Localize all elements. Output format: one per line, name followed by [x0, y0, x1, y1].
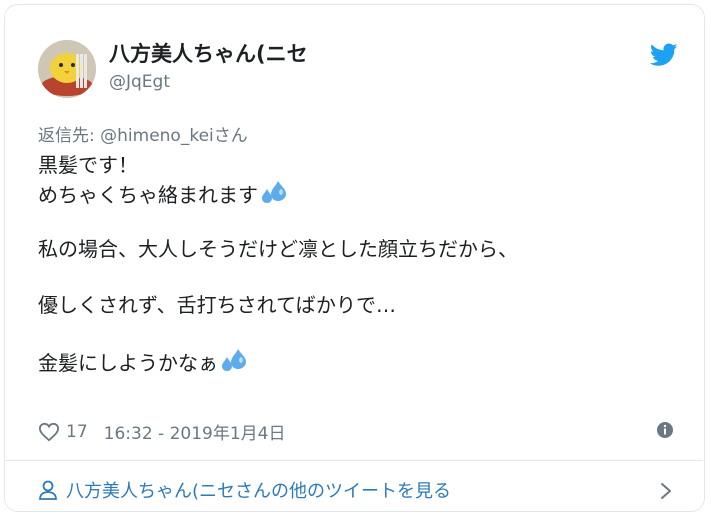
user-handle[interactable]: @JqEgt [109, 72, 170, 92]
more-tweets-label[interactable]: 八方美人ちゃん(ニセさんの他のツイートを見る [66, 477, 451, 503]
person-icon [39, 480, 57, 500]
tweet-line: 金髪にしようかなぁ [38, 347, 678, 375]
tweet-line: 私の場合、大人しそうだけど凛とした顔立ちだから、 [38, 237, 518, 261]
tweet-line-text: めちゃくちゃ絡まれます [38, 183, 258, 207]
reply-suffix: さん [213, 126, 248, 146]
tweet-text: 黒髪です！ めちゃくちゃ絡まれます 私の場合、大人しそうだけど凛とした顔立ちだか… [38, 151, 678, 375]
chevron-right-icon[interactable] [659, 481, 673, 501]
tweet-line-text: 金髪にしようかなぁ [38, 351, 218, 375]
reply-mention-link[interactable]: @himeno_kei [100, 126, 214, 146]
tweet-meta: 17 16:32 - 2019年1月4日 [38, 419, 285, 444]
info-icon[interactable] [656, 421, 674, 439]
reply-context: 返信先: @himeno_keiさん [38, 121, 248, 146]
sweat-droplets-icon [260, 179, 288, 214]
tweet-line: 優しくされず、舌打ちされてばかりで… [38, 293, 396, 317]
avatar[interactable] [38, 40, 96, 98]
tweet-card: 八方美人ちゃん(ニセ @JqEgt 返信先: @himeno_keiさん 黒髪で… [4, 4, 705, 512]
like-count[interactable]: 17 [66, 422, 88, 442]
divider [6, 460, 703, 461]
sweat-droplets-icon [220, 347, 248, 382]
tweet-line: 黒髪です！ [38, 153, 138, 177]
timestamp[interactable]: 16:32 - 2019年1月4日 [104, 419, 286, 444]
heart-icon[interactable] [38, 422, 60, 442]
display-name[interactable]: 八方美人ちゃん(ニセ [109, 38, 308, 68]
twitter-bird-icon[interactable] [650, 43, 678, 67]
more-tweets-link[interactable]: 八方美人ちゃん(ニセさんの他のツイートを見る [38, 477, 451, 503]
tweet-line: めちゃくちゃ絡まれます [38, 179, 678, 207]
reply-prefix: 返信先: [38, 126, 101, 146]
